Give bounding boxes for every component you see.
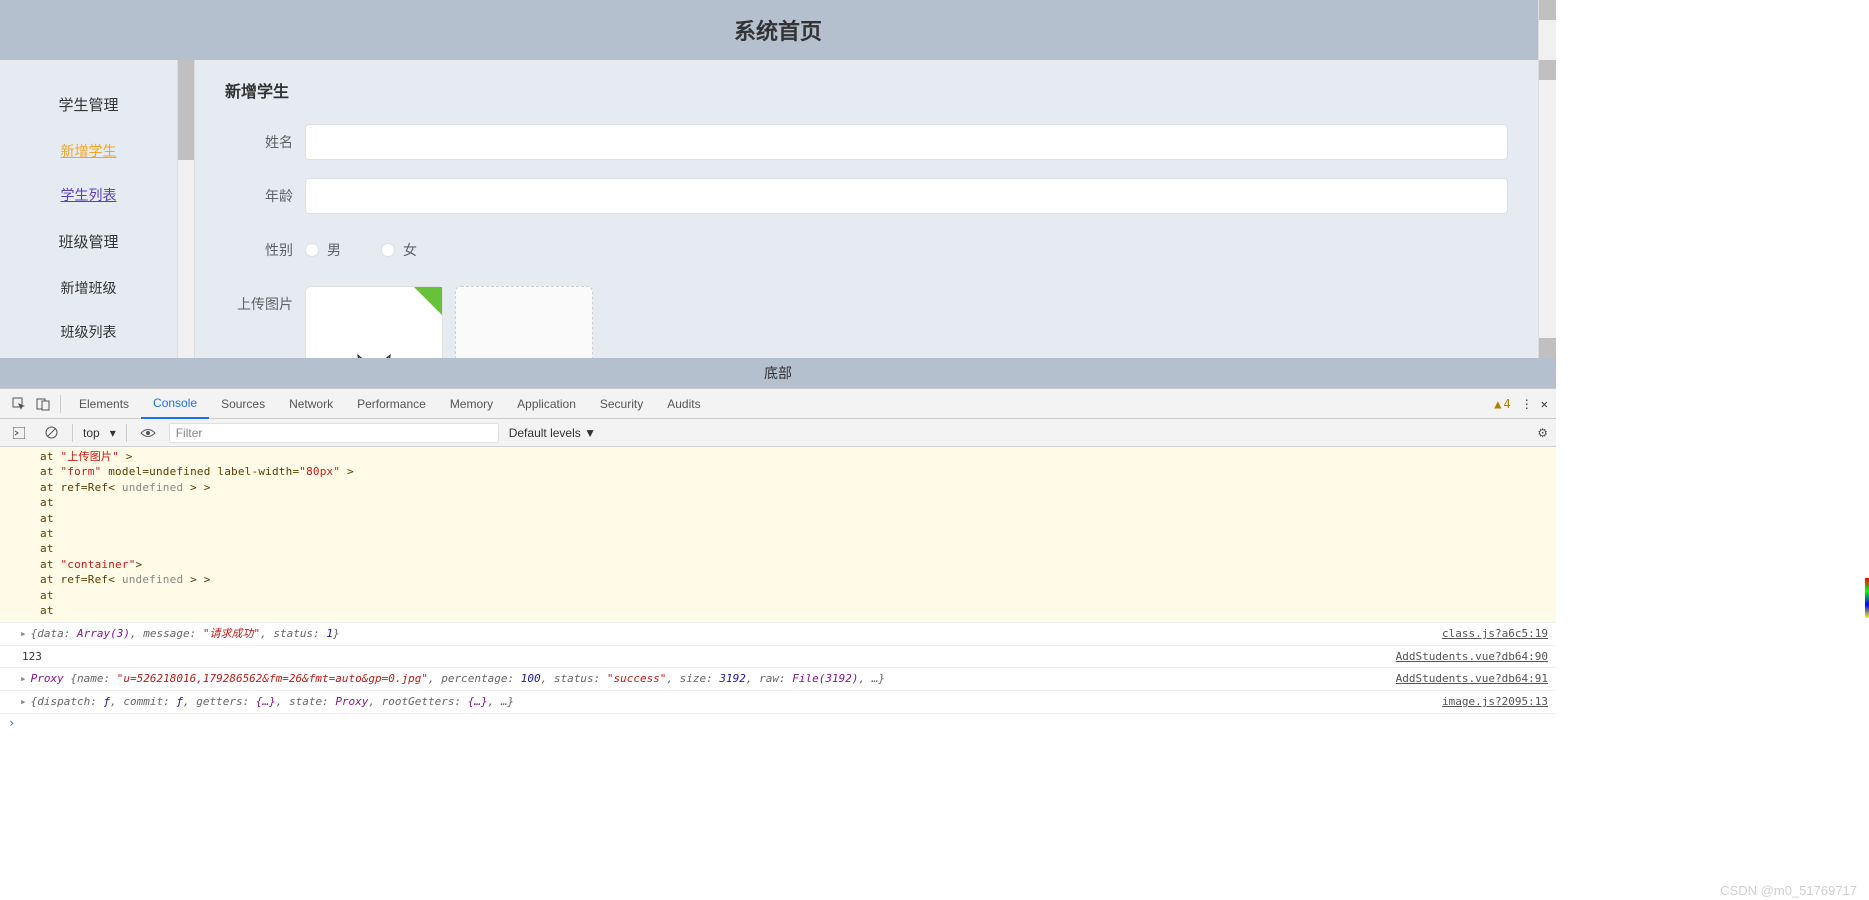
devtools-panel: ElementsConsoleSourcesNetworkPerformance…: [0, 388, 1556, 732]
radio-icon: [305, 243, 319, 257]
uploaded-image-card[interactable]: [305, 286, 443, 358]
radio-male[interactable]: 男: [305, 240, 341, 260]
colorbar-decoration: [1865, 578, 1869, 618]
devtools-tab-sources[interactable]: Sources: [209, 389, 277, 419]
devtools-tab-application[interactable]: Application: [505, 389, 588, 419]
close-icon[interactable]: ✕: [1541, 397, 1548, 411]
devtools-tab-network[interactable]: Network: [277, 389, 345, 419]
eye-icon[interactable]: [137, 422, 159, 444]
source-link[interactable]: image.js?2095:13: [1442, 693, 1548, 711]
sidebar-group-students[interactable]: 学生管理: [0, 80, 177, 129]
input-age[interactable]: [305, 178, 1508, 214]
devtools-tab-audits[interactable]: Audits: [655, 389, 712, 419]
sidebar-item-add-class[interactable]: 新增班级: [0, 266, 177, 310]
label-name: 姓名: [225, 124, 305, 160]
console-toolbar: top ▾ Filter Default levels ▼ ⚙: [0, 419, 1556, 447]
sidebar-item-add-student[interactable]: 新增学生: [0, 129, 177, 173]
devtools-tab-security[interactable]: Security: [588, 389, 655, 419]
sidebar-item-label[interactable]: 新增学生: [61, 143, 117, 159]
radio-female[interactable]: 女: [381, 240, 417, 260]
device-toggle-icon[interactable]: [32, 393, 54, 415]
page-title: 系统首页: [734, 14, 822, 46]
sidebar-group-classes[interactable]: 班级管理: [0, 217, 177, 266]
page-footer: 底部: [0, 358, 1556, 388]
gender-radio-group: 男 女: [305, 232, 417, 268]
form-title: 新增学生: [225, 78, 1508, 102]
kebab-menu-icon[interactable]: ⋮: [1521, 397, 1531, 411]
header-scrollbar[interactable]: [1538, 0, 1556, 60]
warnings-badge[interactable]: ▲ 4: [1494, 397, 1510, 411]
devtools-tab-memory[interactable]: Memory: [438, 389, 505, 419]
upload-area: [305, 286, 593, 358]
main-content: 新增学生 姓名 年龄 性别 男 女 上传图片: [195, 60, 1538, 358]
label-age: 年龄: [225, 178, 305, 214]
console-log-row[interactable]: ▸{data: Array(3), message: "请求成功", statu…: [0, 622, 1556, 645]
watermark-text: CSDN @m0_51769717: [1720, 883, 1857, 898]
cat-image-icon: [351, 352, 397, 358]
page-header: 系统首页: [0, 0, 1556, 60]
clear-console-icon[interactable]: [40, 422, 62, 444]
input-name[interactable]: [305, 124, 1508, 160]
console-log-row[interactable]: 123AddStudents.vue?db64:90: [0, 645, 1556, 668]
source-link[interactable]: AddStudents.vue?db64:91: [1396, 670, 1548, 688]
label-upload: 上传图片: [225, 286, 305, 322]
sidebar-scrollbar[interactable]: [177, 60, 195, 358]
sidebar-item-class-list[interactable]: 班级列表: [0, 310, 177, 354]
sidebar-item-label[interactable]: 班级列表: [61, 324, 117, 340]
main-scrollbar[interactable]: [1538, 60, 1556, 358]
warn-count: 4: [1504, 397, 1511, 411]
devtools-tab-performance[interactable]: Performance: [345, 389, 438, 419]
radio-label: 男: [327, 240, 341, 260]
sidebar: 学生管理 新增学生 学生列表 班级管理 新增班级 班级列表: [0, 60, 177, 358]
main-container: 学生管理 新增学生 学生列表 班级管理 新增班级 班级列表 新增学生 姓名 年龄…: [0, 60, 1556, 358]
filter-input[interactable]: Filter: [169, 423, 499, 443]
settings-gear-icon[interactable]: ⚙: [1537, 426, 1548, 440]
source-link[interactable]: class.js?a6c5:19: [1442, 625, 1548, 643]
label-gender: 性别: [225, 232, 305, 268]
success-corner-icon: [414, 287, 442, 315]
footer-text: 底部: [764, 363, 792, 383]
source-link[interactable]: AddStudents.vue?db64:90: [1396, 648, 1548, 666]
devtools-tab-console[interactable]: Console: [141, 389, 209, 419]
console-prompt[interactable]: ›: [0, 713, 1556, 732]
sidebar-item-label[interactable]: 新增班级: [61, 280, 117, 296]
devtools-tab-elements[interactable]: Elements: [67, 389, 141, 419]
sidebar-item-label[interactable]: 学生列表: [61, 187, 117, 203]
app-window: 系统首页 学生管理 新增学生 学生列表 班级管理 新增班级 班级列表 新增学生 …: [0, 0, 1556, 388]
radio-label: 女: [403, 240, 417, 260]
console-log-row[interactable]: ▸{dispatch: ƒ, commit: ƒ, getters: {…}, …: [0, 690, 1556, 713]
show-console-icon[interactable]: [8, 422, 30, 444]
inspect-icon[interactable]: [8, 393, 30, 415]
log-levels-selector[interactable]: Default levels ▼: [509, 426, 596, 440]
context-selector[interactable]: top ▾: [83, 426, 116, 440]
devtools-tabs: ElementsConsoleSourcesNetworkPerformance…: [0, 389, 1556, 419]
warning-stacktrace: at "上传图片" >at "form" model=undefined lab…: [0, 447, 1556, 622]
console-output: at "上传图片" >at "form" model=undefined lab…: [0, 447, 1556, 732]
console-log-row[interactable]: ▸Proxy {name: "u=526218016,179286562&fm=…: [0, 667, 1556, 690]
radio-icon: [381, 243, 395, 257]
upload-add-card[interactable]: [455, 286, 593, 358]
sidebar-item-student-list[interactable]: 学生列表: [0, 173, 177, 217]
